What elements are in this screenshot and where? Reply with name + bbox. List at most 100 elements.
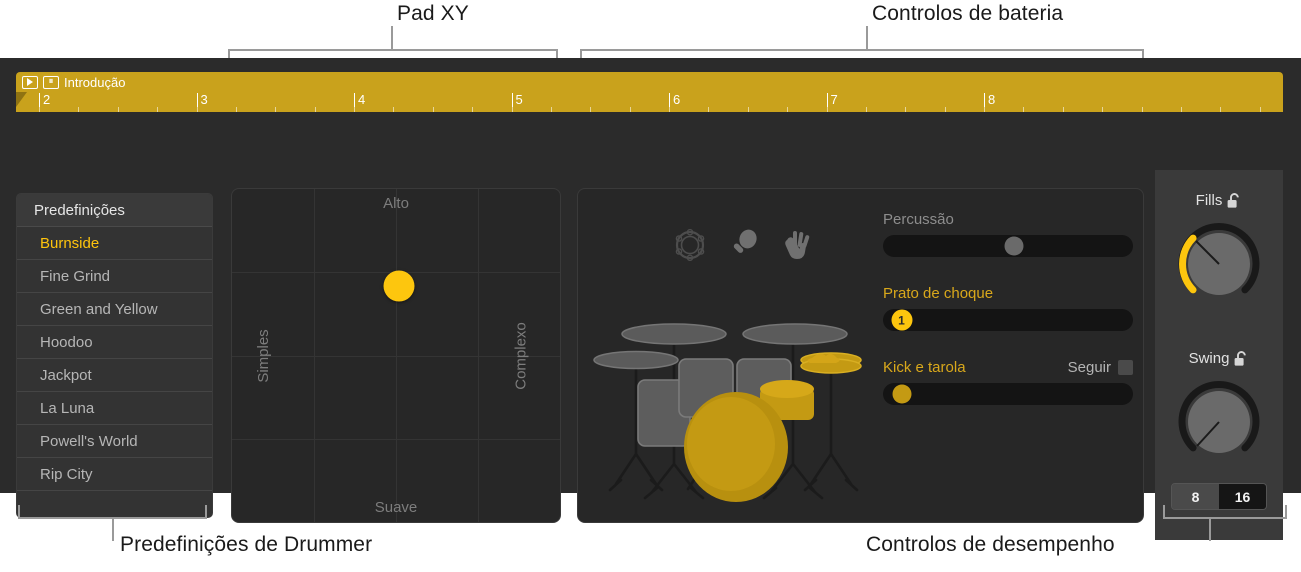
slider-label: Percussão bbox=[883, 211, 1133, 228]
slider-group: Percussão bbox=[883, 211, 1133, 257]
callout-label-performance-controls: Controlos de desempenho bbox=[866, 533, 1115, 556]
slider-thumb[interactable]: 1 bbox=[891, 309, 912, 331]
ruler-bar-number: 3 bbox=[196, 93, 208, 107]
plugin-body: Predefinições Burnside Fine Grind Green an… bbox=[0, 113, 1301, 540]
swing-knob[interactable] bbox=[1171, 374, 1267, 470]
slider-track[interactable] bbox=[883, 235, 1133, 257]
drummer-plugin-screenshot: Pad XY Controlos de bateria ⏸ Introdução… bbox=[0, 0, 1301, 572]
timeline-ruler[interactable]: 2 3 4 5 6 7 8 bbox=[16, 92, 1283, 112]
clap-icon[interactable] bbox=[781, 229, 813, 261]
preset-list-header: Predefinições bbox=[17, 194, 212, 227]
ruler-tick bbox=[393, 107, 394, 112]
preset-list-item[interactable]: Fine Grind bbox=[17, 260, 212, 293]
callout-bracket-performance-controls bbox=[1163, 505, 1287, 519]
ruler-tick bbox=[590, 107, 591, 112]
slider-label: Kick e tarola Seguir bbox=[883, 359, 1133, 376]
ruler-tick bbox=[866, 107, 867, 112]
ruler-tick bbox=[1142, 107, 1143, 112]
performance-controls-panel: Fills Swing 8 16 bbox=[1155, 170, 1283, 540]
ruler-tick bbox=[118, 107, 119, 112]
follow-checkbox[interactable] bbox=[1118, 360, 1133, 375]
ruler-tick bbox=[1181, 107, 1182, 112]
ruler-bar-number: 2 bbox=[39, 93, 50, 107]
preset-list-item[interactable]: Burnside bbox=[17, 227, 212, 260]
preset-list-item[interactable]: Powell's World bbox=[17, 425, 212, 458]
callout-label-pad-xy: Pad XY bbox=[397, 2, 469, 25]
follow-checkbox-label: Seguir bbox=[1067, 359, 1111, 376]
ruler-tick bbox=[1102, 107, 1103, 112]
ruler-tick bbox=[1220, 107, 1221, 112]
ruler-bar-number: 8 bbox=[984, 93, 995, 107]
pad-xy-puck[interactable] bbox=[383, 270, 415, 302]
swing-knob-wrap[interactable] bbox=[1155, 374, 1283, 470]
callout-label-drum-controls: Controlos de bateria bbox=[872, 2, 1064, 25]
ruler-tick bbox=[708, 107, 709, 112]
drum-controls-panel: Percussão Prato de choque 1 Kick e tarola Se… bbox=[577, 188, 1144, 523]
fills-knob-wrap[interactable] bbox=[1155, 216, 1283, 312]
play-icon[interactable] bbox=[22, 75, 38, 89]
ruler-tick bbox=[315, 107, 316, 112]
ruler-bar-number: 4 bbox=[354, 93, 365, 107]
drummer-plugin-window: ⏸ Introdução 2 3 4 5 6 7 8 Predefinições Burns… bbox=[0, 58, 1301, 540]
ruler-tick bbox=[1063, 107, 1064, 112]
slider-group: Kick e tarola Seguir bbox=[883, 359, 1133, 405]
ruler-tick bbox=[787, 107, 788, 112]
ruler-tick bbox=[39, 107, 40, 112]
ruler-tick bbox=[197, 107, 198, 112]
ruler-bar-number: 7 bbox=[826, 93, 838, 107]
preset-list-item[interactable]: Hoodoo bbox=[17, 326, 212, 359]
fills-knob-label: Fills bbox=[1155, 192, 1283, 209]
unlocked-padlock-icon[interactable] bbox=[1234, 350, 1249, 367]
ruler-tick bbox=[984, 107, 985, 112]
ruler-tick bbox=[905, 107, 906, 112]
fills-knob[interactable] bbox=[1171, 216, 1267, 312]
swing-knob-label: Swing bbox=[1155, 350, 1283, 367]
ruler-tick bbox=[236, 107, 237, 112]
slider-label-text: Percussão bbox=[883, 211, 954, 228]
slider-label: Prato de choque bbox=[883, 285, 1133, 302]
pad-xy-grid bbox=[232, 189, 560, 522]
preset-list-item[interactable]: La Luna bbox=[17, 392, 212, 425]
ruler-tick bbox=[1260, 107, 1261, 112]
slider-group: Prato de choque 1 bbox=[883, 285, 1133, 331]
preset-list-item[interactable]: Jackpot bbox=[17, 359, 212, 392]
pad-xy[interactable]: Alto Suave Simples Complexo bbox=[231, 188, 561, 523]
callout-stem-drum-controls bbox=[866, 26, 868, 50]
pad-xy-label-right: Complexo bbox=[512, 321, 530, 390]
drum-sliders: Percussão Prato de choque 1 Kick e tarola Se… bbox=[883, 211, 1133, 433]
callout-label-drummer-presets: Predefinições de Drummer bbox=[120, 533, 373, 556]
ruler-tick bbox=[748, 107, 749, 112]
preset-list-item[interactable]: Green and Yellow bbox=[17, 293, 212, 326]
tambourine-icon[interactable] bbox=[673, 229, 707, 261]
ruler-tick bbox=[78, 107, 79, 112]
ruler-tick bbox=[433, 107, 434, 112]
callout-stem-pad-xy bbox=[391, 26, 393, 50]
preset-list-item[interactable]: Rip City bbox=[17, 458, 212, 491]
ruler-tick bbox=[945, 107, 946, 112]
slider-label-text: Kick e tarola bbox=[883, 359, 966, 376]
preset-panel: Predefinições Burnside Fine Grind Green an… bbox=[16, 193, 213, 518]
drummer-region-icon[interactable]: ⏸ bbox=[43, 75, 59, 89]
slider-track[interactable]: 1 bbox=[883, 309, 1133, 331]
drum-kit-illustration[interactable] bbox=[588, 284, 878, 514]
ruler-tick bbox=[827, 107, 828, 112]
ruler-tick bbox=[354, 107, 355, 112]
pad-xy-label-bottom: Suave bbox=[374, 499, 418, 516]
percussion-icons bbox=[673, 229, 813, 261]
pad-xy-label-left: Simples bbox=[255, 328, 273, 383]
ruler-tick bbox=[669, 107, 670, 112]
slider-track[interactable] bbox=[883, 383, 1133, 405]
fills-label-text: Fills bbox=[1195, 192, 1223, 209]
preset-list[interactable]: Burnside Fine Grind Green and Yellow Hoodoo… bbox=[17, 227, 212, 491]
slider-label-text: Prato de choque bbox=[883, 285, 994, 302]
unlocked-padlock-icon[interactable] bbox=[1227, 192, 1242, 209]
ruler-tick bbox=[1023, 107, 1024, 112]
pad-xy-label-top: Alto bbox=[383, 195, 409, 212]
drummer-region[interactable]: ⏸ Introdução 2 3 4 5 6 7 8 bbox=[16, 72, 1283, 112]
follow-checkbox-wrap[interactable]: Seguir bbox=[1068, 359, 1133, 376]
ruler-bar-number: 6 bbox=[669, 93, 680, 107]
region-header: ⏸ Introdução bbox=[16, 72, 125, 92]
shaker-icon[interactable] bbox=[729, 229, 759, 261]
slider-thumb[interactable] bbox=[1004, 236, 1024, 256]
slider-thumb[interactable] bbox=[892, 384, 911, 404]
